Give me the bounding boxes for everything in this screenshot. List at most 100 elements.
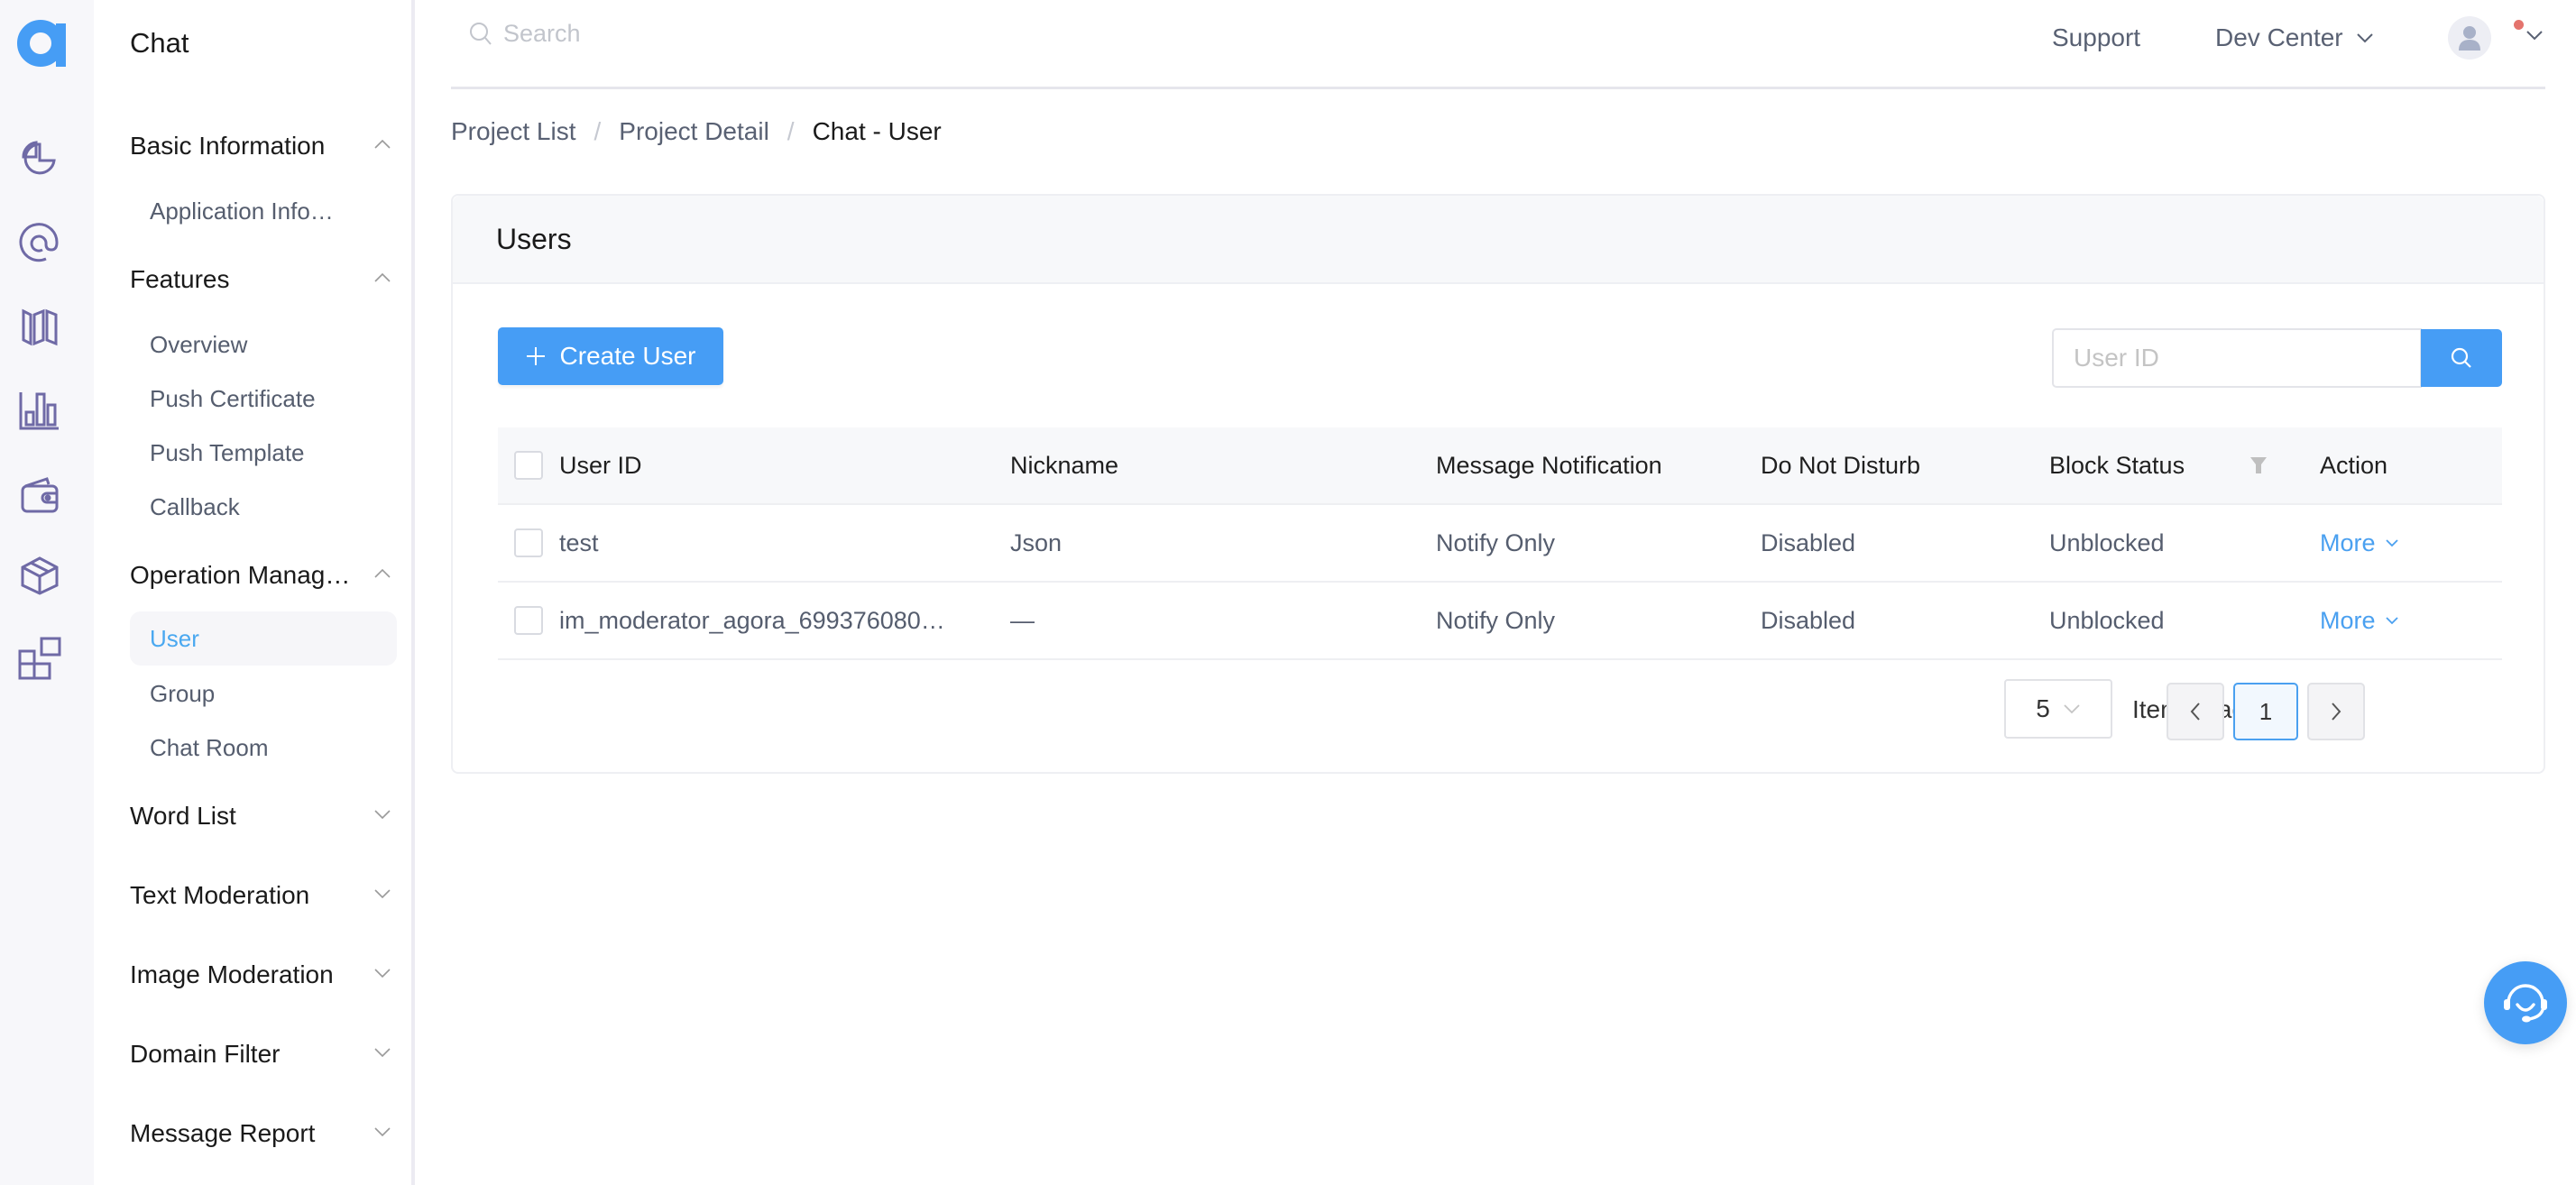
user-id-value: test (559, 528, 599, 556)
cell-action: More (2320, 505, 2399, 581)
column-action: Action (2320, 451, 2388, 479)
prev-page-button[interactable] (2167, 683, 2224, 740)
menu-group-label: Features (130, 265, 230, 293)
column-do-not-disturb: Do Not Disturb (1761, 451, 1921, 479)
app-root: Chat Basic Information Application Info…… (0, 0, 2576, 1185)
page-button-current[interactable]: 1 (2233, 683, 2298, 740)
notification-dot (2514, 20, 2524, 30)
more-actions-dropdown[interactable]: More (2320, 529, 2399, 557)
menu-group-text-moderation[interactable]: Text Moderation (130, 881, 391, 910)
next-page-button[interactable] (2307, 683, 2365, 740)
menu-group-operation-management[interactable]: Operation Manag… (130, 561, 391, 590)
more-label: More (2320, 528, 2376, 556)
menu-item-application-info[interactable]: Application Info… (130, 184, 397, 238)
card-title: Users (496, 223, 572, 255)
chevron-down-icon (2356, 33, 2373, 43)
column-user-id: User ID (514, 427, 642, 503)
apps-icon[interactable] (18, 637, 61, 680)
cell-notification: Notify Only (1436, 528, 1556, 556)
create-user-label: Create User (559, 342, 696, 370)
chevron-up-icon (374, 139, 391, 149)
chevron-down-icon (2385, 539, 2398, 547)
chevron-right-icon (2332, 703, 2341, 721)
user-id-search-input[interactable] (2052, 328, 2422, 388)
global-search[interactable] (469, 20, 1044, 48)
users-card: Users Create User User ID Nickname Messa… (451, 194, 2545, 774)
card-header: Users (453, 196, 2544, 284)
app-title: Chat (130, 27, 189, 59)
menu-group-basic-information[interactable]: Basic Information (130, 132, 391, 161)
headset-icon (2504, 984, 2547, 1023)
column-block-status: Block Status (2049, 451, 2185, 479)
menu-group-label: Text Moderation (130, 881, 310, 909)
chevron-down-icon[interactable] (2525, 29, 2544, 41)
cell-nickname: — (1010, 606, 1035, 634)
bar-chart-icon[interactable] (18, 390, 61, 433)
user-avatar[interactable] (2448, 16, 2491, 60)
user-id-search-button[interactable] (2421, 329, 2502, 387)
table-row: test Json Notify Only Disabled Unblocked… (498, 505, 2502, 583)
support-link[interactable]: Support (2052, 23, 2140, 52)
breadcrumb-project-list[interactable]: Project List (451, 117, 576, 146)
menu-group-image-moderation[interactable]: Image Moderation (130, 960, 391, 989)
plus-icon (526, 347, 545, 365)
support-chat-button[interactable] (2484, 961, 2567, 1044)
box-icon[interactable] (18, 554, 61, 597)
at-sign-icon[interactable] (18, 222, 61, 265)
cell-user-id: test (514, 505, 599, 581)
search-icon (470, 22, 492, 45)
support-label: Support (2052, 23, 2141, 51)
menu-group-label: Basic Information (130, 132, 326, 160)
menu-item-overview[interactable]: Overview (130, 317, 397, 372)
menu-item-chat-room[interactable]: Chat Room (130, 721, 397, 775)
menu-item-group[interactable]: Group (130, 666, 397, 721)
map-icon[interactable] (18, 306, 61, 349)
more-actions-dropdown[interactable]: More (2320, 607, 2399, 635)
menu-item-callback[interactable]: Callback (130, 480, 397, 534)
icon-rail (0, 0, 94, 1185)
column-nickname: Nickname (1010, 451, 1119, 479)
cell-block-status: Unblocked (2049, 528, 2165, 556)
page-size-select[interactable]: 5 (2004, 679, 2112, 739)
wallet-icon[interactable] (18, 473, 61, 517)
chevron-down-icon (2385, 617, 2398, 625)
row-checkbox[interactable] (514, 606, 543, 635)
menu-item-user[interactable]: User (130, 611, 397, 666)
breadcrumb-project-detail[interactable]: Project Detail (619, 117, 769, 146)
cell-user-id: im_moderator_agora_699376080… (514, 583, 945, 658)
chevron-left-icon (2190, 703, 2200, 721)
breadcrumb-current: Chat - User (812, 117, 942, 145)
chevron-down-icon (2064, 704, 2080, 714)
menu-item-push-template[interactable]: Push Template (130, 426, 397, 480)
create-user-button[interactable]: Create User (498, 327, 723, 385)
cell-block-status: Unblocked (2049, 606, 2165, 634)
breadcrumb-separator: / (787, 117, 795, 145)
select-all-checkbox[interactable] (514, 451, 543, 480)
chevron-up-icon (374, 568, 391, 578)
table-header-row: User ID Nickname Message Notification Do… (498, 427, 2502, 505)
cell-dnd: Disabled (1761, 528, 1856, 556)
logo-icon[interactable] (16, 18, 67, 69)
global-search-input[interactable] (503, 20, 1044, 48)
menu-group-label: Message Report (130, 1119, 316, 1147)
user-id-value: im_moderator_agora_699376080… (559, 606, 945, 634)
pie-chart-icon[interactable] (18, 137, 61, 180)
breadcrumb: Project List / Project Detail / Chat - U… (451, 117, 942, 146)
dev-center-label: Dev Center (2215, 23, 2343, 51)
menu-group-features[interactable]: Features (130, 265, 391, 294)
menu-group-word-list[interactable]: Word List (130, 802, 391, 831)
chevron-up-icon (374, 272, 391, 282)
cell-action: More (2320, 583, 2399, 658)
cell-notification: Notify Only (1436, 606, 1556, 634)
column-message-notification: Message Notification (1436, 451, 1662, 479)
row-checkbox[interactable] (514, 528, 543, 557)
breadcrumb-separator: / (593, 117, 602, 145)
menu-item-push-certificate[interactable]: Push Certificate (130, 372, 397, 426)
menu-group-message-report[interactable]: Message Report (130, 1119, 391, 1148)
chevron-down-icon (374, 1127, 391, 1137)
dev-center-dropdown[interactable]: Dev Center (2215, 23, 2374, 52)
menu-group-domain-filter[interactable]: Domain Filter (130, 1040, 391, 1069)
filter-icon[interactable] (2249, 427, 2268, 503)
search-icon (2451, 347, 2471, 368)
chevron-down-icon (374, 1048, 391, 1058)
